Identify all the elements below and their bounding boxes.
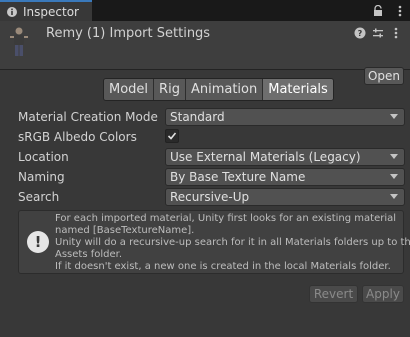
- location-label: Location: [18, 150, 69, 164]
- material-creation-mode-dropdown[interactable]: Standard: [165, 108, 405, 126]
- checkmark-icon: [167, 132, 177, 140]
- tab-rig[interactable]: Rig: [154, 79, 186, 100]
- naming-label: Naming: [18, 170, 65, 184]
- dropdown-value: Standard: [170, 110, 225, 124]
- naming-row: Naming By Base Texture Name: [18, 168, 406, 186]
- tab-title: Inspector: [23, 4, 79, 19]
- location-row: Location Use External Materials (Legacy): [18, 148, 406, 166]
- chevron-down-icon: [390, 154, 398, 159]
- search-row: Search Recursive-Up: [18, 188, 406, 206]
- apply-button[interactable]: Apply: [362, 285, 404, 303]
- window-tab-bar: Inspector: [0, 0, 410, 21]
- info-line: For each imported material, Unity first …: [55, 213, 397, 224]
- tab-materials[interactable]: Materials: [263, 79, 333, 100]
- presets-icon[interactable]: [372, 27, 384, 39]
- search-label: Search: [18, 190, 60, 204]
- kebab-menu-icon[interactable]: [394, 5, 406, 17]
- chevron-down-icon: [390, 194, 398, 199]
- kebab-menu-icon[interactable]: [390, 27, 402, 39]
- open-button[interactable]: Open: [364, 67, 404, 85]
- info-text: For each imported material, Unity first …: [55, 213, 410, 273]
- dropdown-value: Use External Materials (Legacy): [170, 150, 361, 164]
- location-dropdown[interactable]: Use External Materials (Legacy): [165, 148, 405, 166]
- import-settings-tabs: Model Rig Animation Materials: [103, 78, 334, 101]
- chevron-down-icon: [390, 114, 398, 119]
- naming-dropdown[interactable]: By Base Texture Name: [165, 168, 405, 186]
- dropdown-value: Recursive-Up: [170, 190, 250, 204]
- tab-animation[interactable]: Animation: [185, 79, 264, 100]
- info-help-box: ! For each imported material, Unity firs…: [18, 210, 410, 274]
- info-line: Unity will do a recursive-up search for …: [55, 237, 410, 248]
- srgb-albedo-row: sRGB Albedo Colors: [18, 128, 406, 146]
- info-line: Assets folder.: [55, 249, 123, 260]
- inspector-tab[interactable]: Inspector: [0, 0, 92, 21]
- model-thumbnail: [8, 26, 30, 58]
- dropdown-value: By Base Texture Name: [170, 170, 306, 184]
- material-creation-mode-row: Material Creation Mode Standard: [18, 108, 406, 126]
- info-exclamation-icon: !: [27, 231, 49, 253]
- lock-icon[interactable]: [372, 4, 384, 17]
- info-line: named [BaseTextureName].: [55, 225, 195, 236]
- chevron-down-icon: [390, 174, 398, 179]
- svg-text:?: ?: [358, 29, 363, 38]
- search-dropdown[interactable]: Recursive-Up: [165, 188, 405, 206]
- info-line: If it doesn't exist, a new one is create…: [55, 261, 391, 272]
- help-icon[interactable]: ?: [354, 27, 366, 39]
- inspector-header: Remy (1) Import Settings ? Open: [0, 21, 410, 85]
- revert-button[interactable]: Revert: [309, 285, 358, 303]
- srgb-albedo-checkbox[interactable]: [165, 129, 179, 143]
- material-creation-mode-label: Material Creation Mode: [18, 110, 158, 124]
- info-circle-icon: [6, 6, 18, 18]
- tab-model[interactable]: Model: [104, 79, 155, 100]
- srgb-albedo-label: sRGB Albedo Colors: [18, 130, 137, 144]
- page-title: Remy (1) Import Settings: [46, 26, 211, 41]
